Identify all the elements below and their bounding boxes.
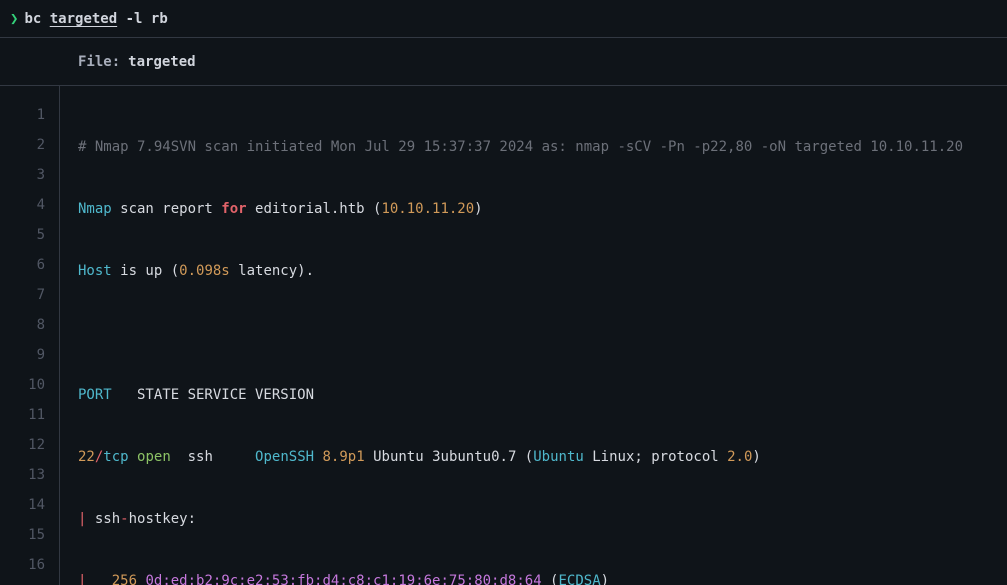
line-number: 13 — [0, 460, 59, 490]
code-line: Host is up (0.098s latency). — [78, 256, 1007, 286]
code-lines[interactable]: # Nmap 7.94SVN scan initiated Mon Jul 29… — [60, 86, 1007, 585]
cmd-arg2: rb — [151, 11, 168, 27]
code-line: PORT STATE SERVICE VERSION — [78, 380, 1007, 410]
line-number: 8 — [0, 310, 59, 340]
line-number: 14 — [0, 490, 59, 520]
line-number: 16 — [0, 550, 59, 580]
line-number: 7 — [0, 280, 59, 310]
command-bar[interactable]: ❯ bc targeted -l rb — [0, 0, 1007, 38]
line-number: 4 — [0, 190, 59, 220]
code-line: 22/tcp open ssh OpenSSH 8.9p1 Ubuntu 3ub… — [78, 442, 1007, 472]
file-name: targeted — [128, 54, 195, 70]
code-line: | 256 0d:ed:b2:9c:e2:53:fb:d4:c8:c1:19:6… — [78, 566, 1007, 585]
gutter: 1 2 3 4 5 6 7 8 9 10 11 12 13 14 15 16 — [0, 86, 60, 585]
prompt-icon: ❯ — [10, 11, 18, 27]
code-line: # Nmap 7.94SVN scan initiated Mon Jul 29… — [78, 132, 1007, 162]
line-number: 2 — [0, 130, 59, 160]
line-number: 12 — [0, 430, 59, 460]
file-label: File: — [78, 54, 120, 70]
line-number: 1 — [0, 100, 59, 130]
cmd-arg1: targeted — [50, 11, 117, 27]
cmd-flag: -l — [126, 11, 143, 27]
cmd-name: bc — [24, 11, 41, 27]
code-line: | ssh-hostkey: — [78, 504, 1007, 534]
line-number: 15 — [0, 520, 59, 550]
line-number: 9 — [0, 340, 59, 370]
line-number: 5 — [0, 220, 59, 250]
line-number: 10 — [0, 370, 59, 400]
code-line: Nmap scan report for editorial.htb (10.1… — [78, 194, 1007, 224]
line-number: 3 — [0, 160, 59, 190]
code-line — [78, 318, 1007, 348]
line-number: 6 — [0, 250, 59, 280]
file-header: File: targeted — [0, 38, 1007, 86]
code-area: 1 2 3 4 5 6 7 8 9 10 11 12 13 14 15 16 #… — [0, 86, 1007, 585]
line-number: 11 — [0, 400, 59, 430]
